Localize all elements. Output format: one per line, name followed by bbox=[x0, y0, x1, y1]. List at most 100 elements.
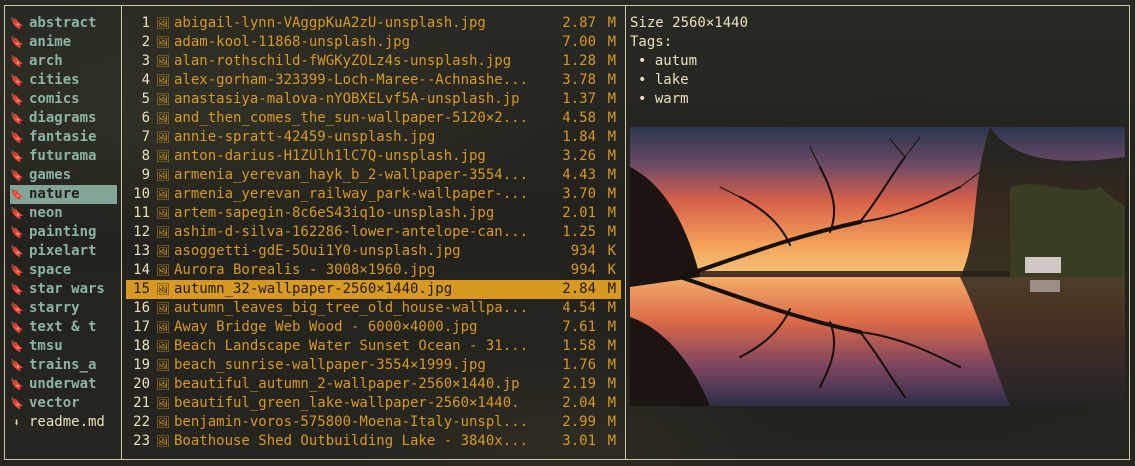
file-row[interactable]: 15 🖼 autumn_32-wallpaper-2560×1440.jpg 2.84… bbox=[126, 280, 621, 299]
directory-item[interactable]: 🔖 abstract bbox=[10, 14, 117, 33]
image-file-icon: 🖼 bbox=[156, 264, 170, 277]
folder-icon: 🔖 bbox=[10, 302, 24, 315]
file-row[interactable]: 7 🖼 annie-spratt-42459-unsplash.jpg 1.84 M bbox=[126, 128, 621, 147]
file-row[interactable]: 11 🖼 artem-sapegin-8c6eS43iq1o-unsplash.jp… bbox=[126, 204, 621, 223]
file-name: annie-spratt-42459-unsplash.jpg bbox=[174, 129, 436, 145]
file-name: beautiful_autumn_2-wallpaper-2560×1440.j… bbox=[174, 376, 520, 392]
image-file-icon: 🖼 bbox=[156, 150, 170, 163]
file-row[interactable]: 17 🖼 Away Bridge Web Wood - 6000×4000.jpg 7… bbox=[126, 318, 621, 337]
preview-tag: • autum bbox=[638, 52, 697, 71]
image-file-icon: 🖼 bbox=[156, 359, 170, 372]
directory-item[interactable]: 🔖 games bbox=[10, 166, 117, 185]
file-size-unit: M bbox=[607, 433, 616, 449]
file-size-unit: M bbox=[607, 205, 616, 221]
file-size: 7.00 bbox=[562, 34, 596, 50]
file-name: benjamin-voros-575800-Moena-Italy-unspl.… bbox=[174, 414, 529, 430]
file-size: 3.01 bbox=[562, 433, 596, 449]
directory-item[interactable]: 🔖 fantasie bbox=[10, 128, 117, 147]
directory-item[interactable]: 🔖 arch bbox=[10, 52, 117, 71]
folder-icon: 🔖 bbox=[10, 207, 24, 220]
file-row[interactable]: 20 🖼 beautiful_autumn_2-wallpaper-2560×144… bbox=[126, 375, 621, 394]
file-row[interactable]: 1 🖼 abigail-lynn-VAggpKuA2zU-unsplash.jpg 2… bbox=[126, 14, 621, 33]
file-row[interactable]: 5 🖼 anastasiya-malova-nYOBXELvf5A-unsplash… bbox=[126, 90, 621, 109]
preview-tag: • lake bbox=[638, 71, 689, 90]
file-row[interactable]: 13 🖼 asoggetti-gdE-5Oui1Y0-unsplash.jpg 934… bbox=[126, 242, 621, 261]
image-file-icon: 🖼 bbox=[156, 188, 170, 201]
folder-icon: 🔖 bbox=[10, 397, 24, 410]
directory-item[interactable]: 🔖 painting bbox=[10, 223, 117, 242]
file-row[interactable]: 18 🖼 Beach Landscape Water Sunset Ocean - … bbox=[126, 337, 621, 356]
folder-icon: 🔖 bbox=[10, 359, 24, 372]
file-size-unit: M bbox=[607, 376, 616, 392]
file-number: 5 bbox=[141, 91, 150, 107]
file-row[interactable]: 16 🖼 autumn_leaves_big_tree_old_house-wall… bbox=[126, 299, 621, 318]
directory-item[interactable]: 🔖 cities bbox=[10, 71, 117, 90]
image-file-icon: 🖼 bbox=[156, 55, 170, 68]
file-row[interactable]: 19 🖼 beach_sunrise-wallpaper-3554×1999.jpg… bbox=[126, 356, 621, 375]
directory-item[interactable]: 🔖 neon bbox=[10, 204, 117, 223]
folder-icon: 🔖 bbox=[10, 36, 24, 49]
folder-icon: 🔖 bbox=[10, 283, 24, 296]
folder-icon: 🔖 bbox=[10, 131, 24, 144]
directory-item[interactable]: 🔖 anime bbox=[10, 33, 117, 52]
file-size: 2.19 bbox=[562, 376, 596, 392]
directory-item[interactable]: 🔖 text & t bbox=[10, 318, 117, 337]
file-row[interactable]: 3 🖼 alan-rothschild-fWGKyZOLz4s-unsplash.j… bbox=[126, 52, 621, 71]
image-file-icon: 🖼 bbox=[156, 112, 170, 125]
file-row[interactable]: 21 🖼 beautiful_green_lake-wallpaper-2560×1… bbox=[126, 394, 621, 413]
file-row[interactable]: 8 🖼 anton-darius-H1ZUlh1lC7Q-unsplash.jpg 3… bbox=[126, 147, 621, 166]
preview-tags-label: Tags: bbox=[630, 34, 673, 50]
file-row[interactable]: 23 🖼 Boathouse Shed Outbuilding Lake - 384… bbox=[126, 432, 621, 451]
image-file-icon: 🖼 bbox=[156, 207, 170, 220]
directory-item[interactable]: 🔖 vector bbox=[10, 394, 117, 413]
directory-item[interactable]: 🔖 trains_a bbox=[10, 356, 117, 375]
file-size-unit: M bbox=[607, 338, 616, 354]
file-size: 7.61 bbox=[562, 319, 596, 335]
file-row[interactable]: 22 🖼 benjamin-voros-575800-Moena-Italy-uns… bbox=[126, 413, 621, 432]
directory-item[interactable]: 🔖 underwat bbox=[10, 375, 117, 394]
folder-icon: 🔖 bbox=[10, 74, 24, 87]
file-number: 23 bbox=[133, 433, 150, 449]
file-size-unit: K bbox=[607, 262, 616, 278]
file-size-unit: M bbox=[607, 300, 616, 316]
file-row[interactable]: 6 🖼 and_then_comes_the_sun-wallpaper-5120×… bbox=[126, 109, 621, 128]
file-row[interactable]: 14 🖼 Aurora Borealis - 3008×1960.jpg 994 K bbox=[126, 261, 621, 280]
file-size-unit: K bbox=[607, 243, 616, 259]
file-number: 15 bbox=[133, 281, 150, 297]
file-row[interactable]: 10 🖼 armenia_yerevan_railway_park-wallpape… bbox=[126, 185, 621, 204]
directory-item[interactable]: 🔖 pixelart bbox=[10, 242, 117, 261]
image-file-icon: 🖼 bbox=[156, 283, 170, 296]
file-row[interactable]: 4 🖼 alex-gorham-323399-Loch-Maree--Achnash… bbox=[126, 71, 621, 90]
directory-item[interactable]: 🔖 comics bbox=[10, 90, 117, 109]
file-size-unit: M bbox=[607, 34, 616, 50]
folder-icon: 🔖 bbox=[10, 378, 24, 391]
file-number: 2 bbox=[141, 34, 150, 50]
directory-item[interactable]: 🔖 space bbox=[10, 261, 117, 280]
directory-label: abstract bbox=[29, 15, 97, 31]
file-number: 20 bbox=[133, 376, 150, 392]
file-row[interactable]: 2 🖼 adam-kool-11868-unsplash.jpg 7.00 M bbox=[126, 33, 621, 52]
file-name: armenia_yerevan_railway_park-wallpaper-.… bbox=[174, 186, 529, 202]
folder-icon: 🔖 bbox=[10, 188, 24, 201]
file-size-unit: M bbox=[607, 72, 616, 88]
file-row[interactable]: 9 🖼 armenia_yerevan_hayk_b_2-wallpaper-355… bbox=[126, 166, 621, 185]
directory-item[interactable]: 🔖 futurama bbox=[10, 147, 117, 166]
directory-item[interactable]: 🔖 nature bbox=[10, 185, 117, 204]
folder-icon: 🔖 bbox=[10, 55, 24, 68]
tag-label: warm bbox=[654, 91, 689, 107]
file-name: and_then_comes_the_sun-wallpaper-5120×2.… bbox=[174, 110, 529, 126]
image-file-icon: 🖼 bbox=[156, 169, 170, 182]
file-name: Away Bridge Web Wood - 6000×4000.jpg bbox=[174, 319, 478, 335]
file-number: 19 bbox=[133, 357, 150, 373]
file-size: 2.84 bbox=[562, 281, 596, 297]
directory-item[interactable]: 🔖 starry bbox=[10, 299, 117, 318]
file-size: 2.04 bbox=[562, 395, 596, 411]
readme-file[interactable]: ⬇ readme.md bbox=[10, 413, 105, 432]
directory-item[interactable]: 🔖 diagrams bbox=[10, 109, 117, 128]
folder-icon: 🔖 bbox=[10, 340, 24, 353]
directory-item[interactable]: 🔖 tmsu bbox=[10, 337, 117, 356]
directory-item[interactable]: 🔖 star wars bbox=[10, 280, 117, 299]
download-arrow-icon: ⬇ bbox=[13, 416, 20, 429]
file-row[interactable]: 12 🖼 ashim-d-silva-162286-lower-antelope-c… bbox=[126, 223, 621, 242]
file-name: armenia_yerevan_hayk_b_2-wallpaper-3554.… bbox=[174, 167, 529, 183]
